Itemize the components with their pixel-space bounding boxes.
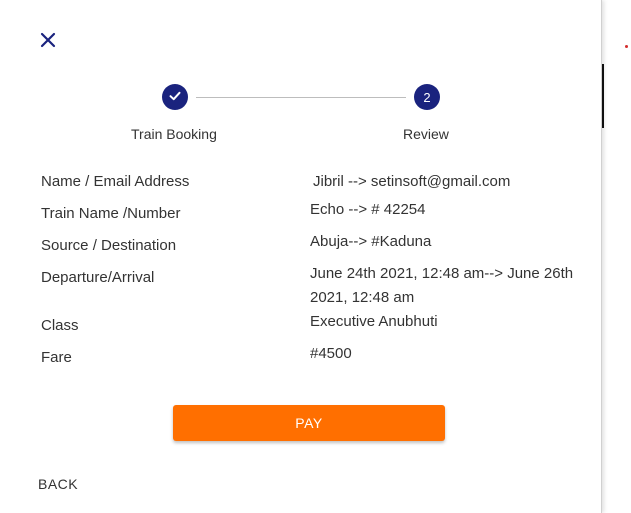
detail-label-departure-arrival: Departure/Arrival [41,269,155,286]
step-connector [196,97,406,98]
step-label-review: Review [403,126,449,142]
detail-label-fare: Fare [41,349,72,366]
pay-button[interactable]: PAY [173,405,445,441]
step-review-icon: 2 [414,84,440,110]
detail-label-train-name: Train Name /Number [41,205,181,222]
detail-value-name-email: Jibril --> setinsoft@gmail.com [313,173,511,190]
check-icon [168,89,182,106]
close-icon [36,28,60,52]
detail-value-departure-arrival: June 24th 2021, 12:48 am--> June 26th 20… [310,265,574,306]
detail-value-source-destination: Abuja--> #Kaduna [310,233,432,250]
detail-value-class: Executive Anubhuti [310,313,438,330]
close-button[interactable] [36,28,60,52]
step-number: 2 [423,89,431,105]
backdrop-dot [625,45,628,48]
back-button[interactable]: BACK [38,476,78,492]
detail-label-source-destination: Source / Destination [41,237,177,254]
step-train-booking-icon [162,84,188,110]
detail-label-name-email: Name / Email Address [41,173,190,190]
detail-value-train-name: Echo --> # 42254 [310,201,426,218]
detail-value-fare: #4500 [310,345,352,362]
detail-label-class: Class [41,317,79,334]
review-dialog: 2 Train Booking Review Name / Email Addr… [0,0,602,513]
step-label-train-booking: Train Booking [131,126,217,142]
